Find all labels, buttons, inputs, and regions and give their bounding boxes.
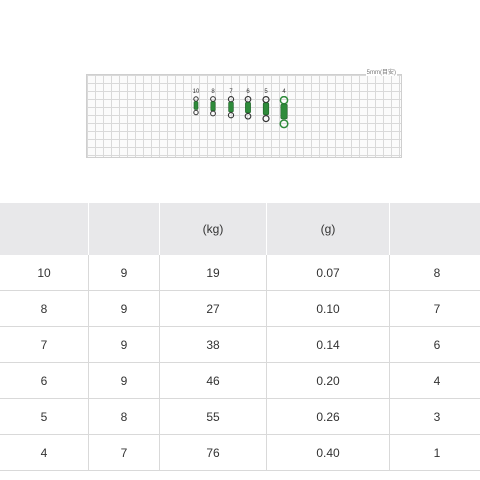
cell-size: 8 bbox=[0, 290, 89, 327]
swivel-size-10: 10 bbox=[191, 89, 201, 116]
cell-count: 8 bbox=[88, 398, 160, 435]
cell-count: 7 bbox=[88, 434, 160, 471]
cell-strength: 27 bbox=[159, 290, 267, 327]
cell-weight: 0.07 bbox=[266, 255, 390, 291]
cell-weight: 0.20 bbox=[266, 362, 390, 399]
spec-table: (kg) (g) 10 9 19 0.07 8 8 9 27 0.10 7 7 … bbox=[0, 203, 480, 471]
swivel-size-label: 10 bbox=[192, 89, 200, 95]
swivel-size-label: 7 bbox=[229, 89, 233, 95]
swivel-size-5: 5 bbox=[259, 89, 273, 123]
swivel-size-7: 7 bbox=[225, 89, 237, 119]
table-row: 4 7 76 0.40 1 bbox=[0, 434, 480, 471]
cell-count: 9 bbox=[88, 362, 160, 399]
cell-last: 8 bbox=[389, 255, 480, 291]
cell-last: 7 bbox=[389, 290, 480, 327]
swivel-icon bbox=[244, 96, 252, 120]
cell-weight: 0.26 bbox=[266, 398, 390, 435]
cell-strength: 38 bbox=[159, 326, 267, 363]
cell-weight: 0.40 bbox=[266, 434, 390, 471]
table-row: 7 9 38 0.14 6 bbox=[0, 326, 480, 363]
swivel-icon bbox=[193, 96, 199, 116]
swivel-size-label: 6 bbox=[246, 89, 250, 95]
header-size bbox=[0, 203, 89, 255]
header-strength-kg: (kg) bbox=[159, 203, 267, 255]
swivel-size-8: 8 bbox=[208, 89, 218, 117]
swivel-icon bbox=[227, 96, 235, 119]
cell-last: 1 bbox=[389, 434, 480, 471]
size-grid-diagram: 5mm(目安) 10 8 7 6 5 4 bbox=[86, 67, 402, 158]
cell-weight: 0.10 bbox=[266, 290, 390, 327]
cell-size: 10 bbox=[0, 255, 89, 291]
cell-last: 3 bbox=[389, 398, 480, 435]
table-row: 8 9 27 0.10 7 bbox=[0, 290, 480, 327]
table-row: 10 9 19 0.07 8 bbox=[0, 255, 480, 291]
table-header-row: (kg) (g) bbox=[0, 203, 480, 255]
cell-strength: 19 bbox=[159, 255, 267, 291]
cell-last: 4 bbox=[389, 362, 480, 399]
table-row: 5 8 55 0.26 3 bbox=[0, 398, 480, 435]
cell-strength: 46 bbox=[159, 362, 267, 399]
cell-last: 6 bbox=[389, 326, 480, 363]
header-last bbox=[389, 203, 480, 255]
cell-size: 4 bbox=[0, 434, 89, 471]
cell-size: 7 bbox=[0, 326, 89, 363]
swivel-size-6: 6 bbox=[242, 89, 254, 120]
cell-count: 9 bbox=[88, 255, 160, 291]
swivel-size-4: 4 bbox=[276, 89, 292, 129]
swivel-size-label: 8 bbox=[211, 89, 215, 95]
header-count bbox=[88, 203, 160, 255]
cell-size: 6 bbox=[0, 362, 89, 399]
swivel-icon bbox=[279, 96, 289, 129]
cell-weight: 0.14 bbox=[266, 326, 390, 363]
cell-count: 9 bbox=[88, 290, 160, 327]
scale-label: 5mm(目安) bbox=[365, 67, 397, 76]
cell-strength: 76 bbox=[159, 434, 267, 471]
swivel-size-label: 4 bbox=[282, 89, 286, 95]
cell-strength: 55 bbox=[159, 398, 267, 435]
swivel-icon bbox=[262, 96, 270, 123]
swivel-icon bbox=[210, 96, 216, 117]
header-weight-g: (g) bbox=[266, 203, 390, 255]
swivel-size-label: 5 bbox=[264, 89, 268, 95]
cell-size: 5 bbox=[0, 398, 89, 435]
cell-count: 9 bbox=[88, 326, 160, 363]
table-row: 6 9 46 0.20 4 bbox=[0, 362, 480, 399]
